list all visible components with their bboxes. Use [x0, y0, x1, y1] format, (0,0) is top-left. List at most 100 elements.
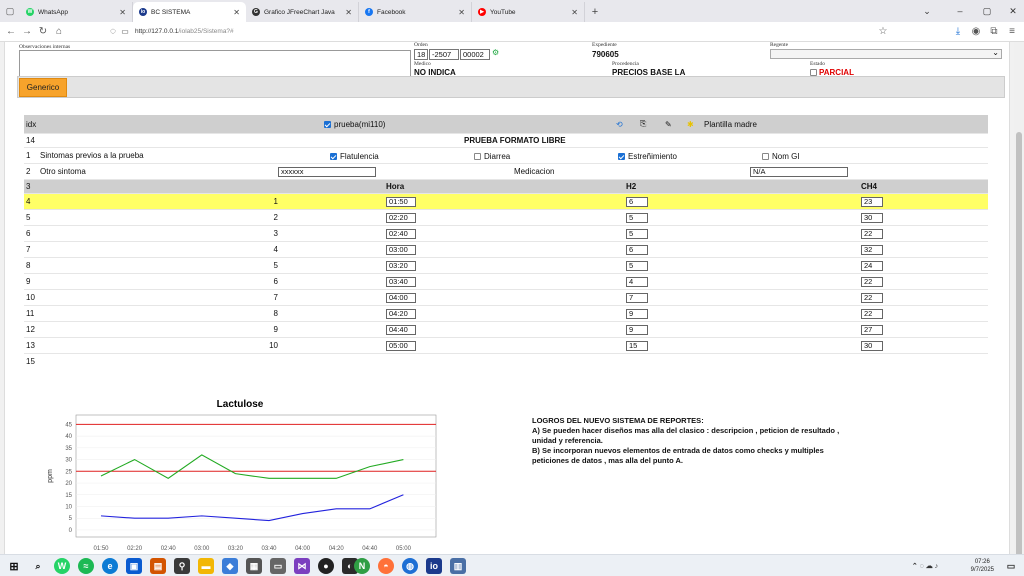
hora-input[interactable]: 04:20 — [386, 309, 416, 319]
ch4-input[interactable]: 22 — [861, 293, 883, 303]
ch4-input[interactable]: 22 — [861, 309, 883, 319]
close-tab-icon[interactable]: ✕ — [458, 8, 465, 17]
h2-input[interactable]: 7 — [626, 293, 648, 303]
h2-input[interactable]: 9 — [626, 309, 648, 319]
file-explorer-icon[interactable]: ▬ — [198, 558, 214, 574]
medicacion-input[interactable]: N/A — [750, 167, 848, 177]
h2-input[interactable]: 6 — [626, 197, 648, 207]
tab-generico[interactable]: Generico — [19, 78, 67, 97]
account-icon[interactable]: ◉ — [968, 22, 984, 42]
copy-icon[interactable]: ⎘ — [640, 115, 646, 133]
h2-input[interactable]: 4 — [626, 277, 648, 287]
symptom-checkbox-item[interactable]: Estreñimiento — [618, 148, 677, 164]
browser-tab[interactable]: G Grafico JFreeChart Java ✕ — [246, 2, 359, 22]
orden-lookup-icon[interactable]: ⚙ — [492, 48, 499, 57]
symptom-checkbox[interactable] — [762, 152, 769, 160]
hora-input[interactable]: 02:40 — [386, 229, 416, 239]
edge-icon[interactable]: e — [102, 558, 118, 574]
h2-input[interactable]: 9 — [626, 325, 648, 335]
utility-icon[interactable]: ▦ — [246, 558, 262, 574]
spotify-icon[interactable]: ≈ — [78, 558, 94, 574]
extensions-icon[interactable]: ⧉ — [986, 22, 1002, 42]
h2-input[interactable]: 5 — [626, 229, 648, 239]
ch4-input[interactable]: 32 — [861, 245, 883, 255]
system-clock[interactable]: 07:26 9/7/2025 — [971, 558, 994, 574]
io-app-icon[interactable]: io — [426, 558, 442, 574]
orden-field-a[interactable]: 18 — [414, 49, 428, 60]
ch4-input[interactable]: 24 — [861, 261, 883, 271]
notifications-icon[interactable]: ▭ — [1003, 558, 1019, 574]
orden-field-c[interactable]: 00002 — [460, 49, 490, 60]
obs-textarea[interactable] — [19, 50, 411, 78]
h2-input[interactable]: 5 — [626, 261, 648, 271]
refresh-icon[interactable]: ⟲ — [616, 115, 623, 133]
nodejs-icon[interactable]: N — [354, 558, 370, 574]
close-tab-icon[interactable]: ✕ — [119, 8, 126, 17]
browser-tab[interactable]: ▶ YouTube ✕ — [472, 2, 585, 22]
system-tray-icons[interactable]: ⌃ ◌ ☁ ♪ — [900, 558, 950, 574]
page-scrollbar[interactable] — [1014, 42, 1024, 572]
address-bar[interactable]: http://127.0.0.1/iolab25/Sistema?# — [135, 28, 234, 35]
hora-input[interactable]: 03:20 — [386, 261, 416, 271]
browser-tab[interactable]: W WhatsApp ✕ — [20, 2, 133, 22]
home-icon[interactable]: ⌂ — [51, 22, 67, 42]
storage-icon[interactable]: ▭ — [270, 558, 286, 574]
bookmark-star-icon[interactable]: ☆ — [875, 22, 891, 42]
star-icon[interactable]: ✱ — [687, 115, 694, 133]
tab-list-chevron-icon[interactable]: ⌄ — [912, 0, 942, 22]
hora-input[interactable]: 03:40 — [386, 277, 416, 287]
app-icon-blue[interactable]: ▣ — [126, 558, 142, 574]
ch4-input[interactable]: 30 — [861, 341, 883, 351]
hora-input[interactable]: 03:00 — [386, 245, 416, 255]
hora-input[interactable]: 04:00 — [386, 293, 416, 303]
hora-input[interactable]: 01:50 — [386, 197, 416, 207]
edit-icon[interactable]: ✎ — [665, 115, 672, 133]
ch4-input[interactable]: 23 — [861, 197, 883, 207]
browser-tab[interactable]: f Facebook ✕ — [359, 2, 472, 22]
symptom-checkbox[interactable] — [330, 152, 337, 160]
calculator-icon[interactable]: ▥ — [450, 558, 466, 574]
orden-field-b[interactable]: -2507 — [429, 49, 459, 60]
package-icon[interactable]: ◆ — [222, 558, 238, 574]
new-tab-button[interactable]: + — [585, 2, 605, 22]
network-tool-icon[interactable]: ⚲ — [174, 558, 190, 574]
terminal-icon[interactable]: ▤ — [150, 558, 166, 574]
menu-icon[interactable]: ≡ — [1004, 22, 1020, 42]
forward-icon[interactable]: → — [19, 22, 35, 42]
start-icon[interactable]: ⊞ — [6, 558, 22, 574]
whatsapp-icon[interactable]: W — [54, 558, 70, 574]
close-window-button[interactable]: ✕ — [998, 0, 1024, 22]
close-tab-icon[interactable]: ✕ — [233, 8, 240, 17]
h2-input[interactable]: 6 — [626, 245, 648, 255]
ch4-input[interactable]: 22 — [861, 229, 883, 239]
regente-select[interactable]: ⌄ — [770, 48, 1002, 59]
ch4-input[interactable]: 30 — [861, 213, 883, 223]
ch4-input[interactable]: 27 — [861, 325, 883, 335]
browser-tab[interactable]: io BC SISTEMA ✕ — [133, 2, 246, 22]
tab-overview-icon[interactable]: ▢ — [0, 0, 20, 22]
symptom-checkbox[interactable] — [474, 152, 481, 160]
browser2-icon[interactable]: ◍ — [402, 558, 418, 574]
back-icon[interactable]: ← — [3, 22, 19, 42]
hora-input[interactable]: 02:20 — [386, 213, 416, 223]
ch4-input[interactable]: 22 — [861, 277, 883, 287]
symptom-checkbox-item[interactable]: Diarrea — [474, 148, 510, 164]
prueba-checkbox[interactable] — [324, 120, 331, 128]
symptom-checkbox[interactable] — [618, 152, 625, 160]
hora-input[interactable]: 05:00 — [386, 341, 416, 351]
h2-input[interactable]: 5 — [626, 213, 648, 223]
media-icon[interactable]: ● — [318, 558, 334, 574]
reload-icon[interactable]: ↻ — [35, 22, 51, 42]
scrollbar-thumb[interactable] — [1016, 132, 1022, 572]
estado-checkbox[interactable] — [810, 69, 817, 76]
minimize-button[interactable]: – — [945, 0, 975, 22]
otro-sintoma-input[interactable]: xxxxxx — [278, 167, 376, 177]
firefox-icon[interactable]: ◓ — [378, 558, 394, 574]
h2-input[interactable]: 15 — [626, 341, 648, 351]
symptom-checkbox-item[interactable]: Flatulencia — [330, 148, 379, 164]
visual-studio-icon[interactable]: ⋈ — [294, 558, 310, 574]
hora-input[interactable]: 04:40 — [386, 325, 416, 335]
search-icon[interactable]: ⌕ — [30, 558, 46, 574]
downloads-icon[interactable]: ⤓ — [950, 22, 966, 42]
close-tab-icon[interactable]: ✕ — [345, 8, 352, 17]
